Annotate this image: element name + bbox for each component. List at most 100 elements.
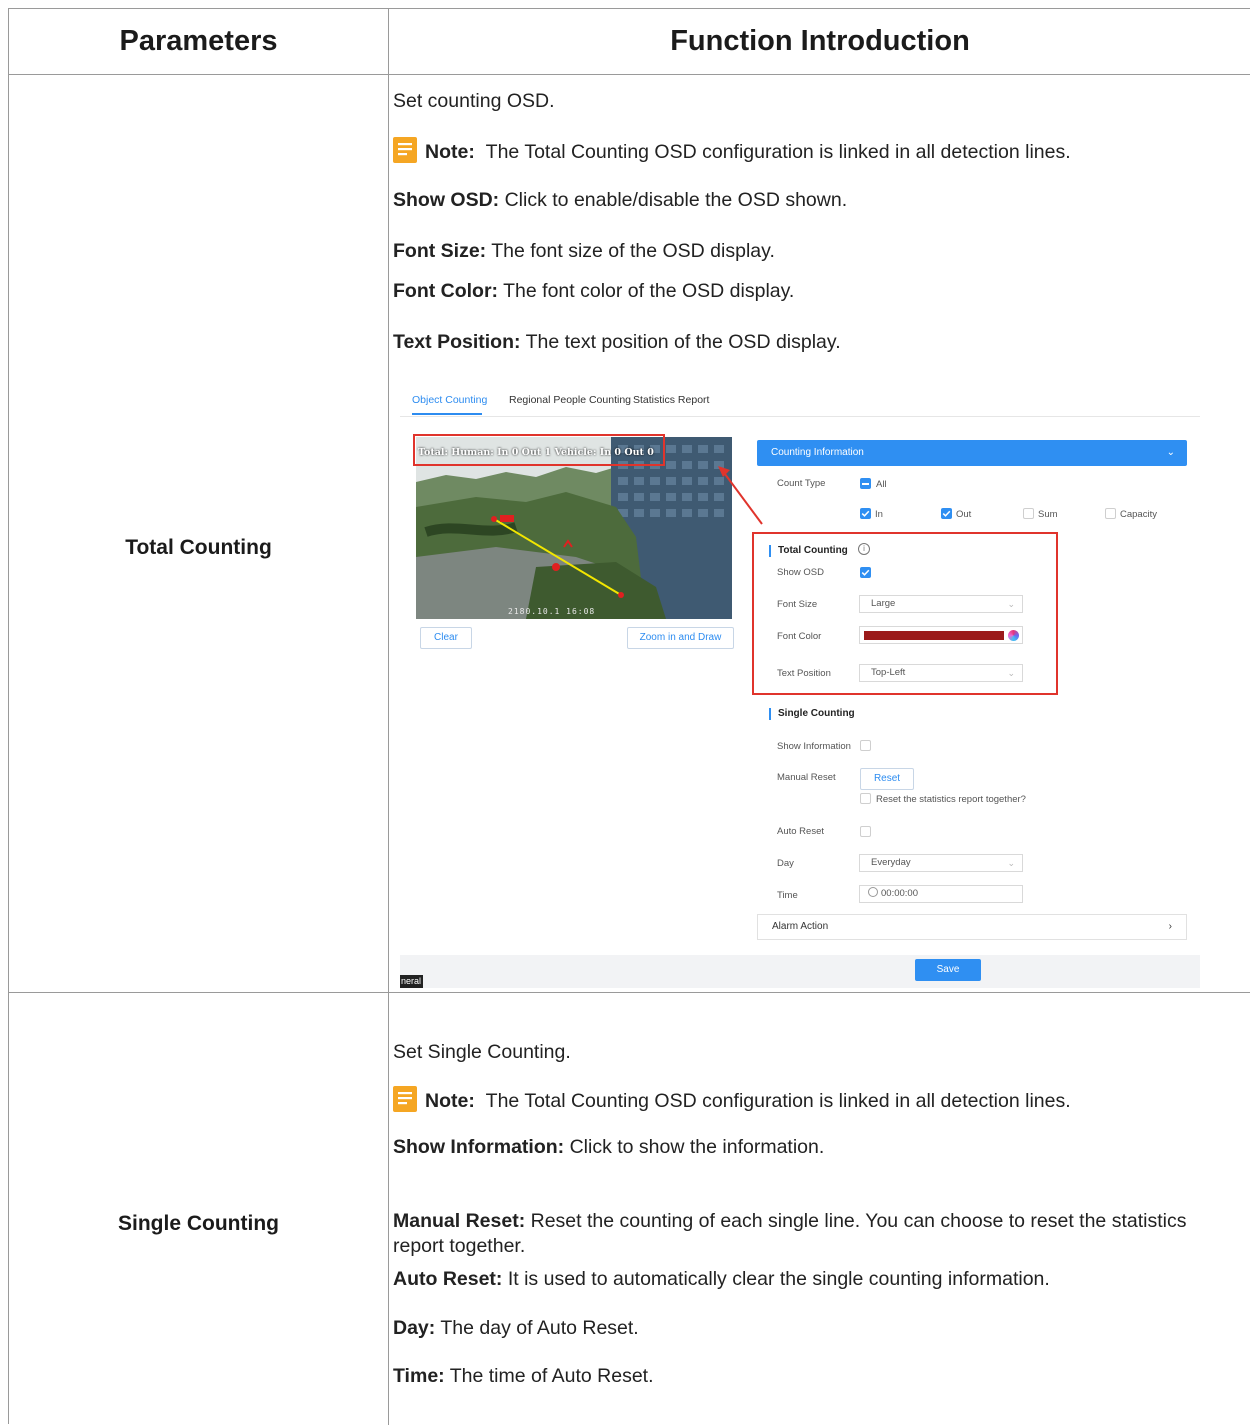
reset-button[interactable]: Reset bbox=[860, 768, 914, 790]
chevron-down-icon: ⌄ bbox=[1007, 668, 1015, 678]
item-show-information: Show Information: Click to show the info… bbox=[393, 1135, 824, 1160]
video-timestamp: 2180.10.1 16:08 bbox=[508, 607, 596, 616]
show-information-checkbox[interactable] bbox=[860, 740, 871, 751]
desc: The time of Auto Reset. bbox=[449, 1365, 654, 1387]
tab-regional-people-counting[interactable]: Regional People Counting bbox=[509, 394, 631, 406]
show-information-label: Show Information bbox=[777, 741, 851, 752]
note-line: Note: The Total Counting OSD configurati… bbox=[393, 1086, 1071, 1114]
row-label-single-counting: Single Counting bbox=[118, 1212, 279, 1235]
text-position-value: Top-Left bbox=[871, 667, 906, 678]
count-sum-checkbox[interactable] bbox=[1023, 508, 1034, 519]
zoom-draw-button[interactable]: Zoom in and Draw bbox=[627, 627, 734, 649]
counting-information-header[interactable]: Counting Information ⌄ bbox=[757, 440, 1187, 466]
item-manual-reset: Manual Reset: Reset the counting of each… bbox=[393, 1209, 1223, 1259]
paragraph: Set Single Counting. bbox=[393, 1041, 571, 1063]
count-out-label: Out bbox=[956, 509, 972, 520]
note-icon bbox=[393, 137, 417, 163]
color-wheel-icon[interactable] bbox=[1008, 630, 1019, 641]
count-all-checkbox[interactable] bbox=[860, 478, 871, 489]
alarm-action-label: Alarm Action bbox=[772, 921, 829, 932]
font-color-picker[interactable] bbox=[859, 626, 1023, 644]
section-marker bbox=[769, 708, 771, 720]
paragraph: Set counting OSD. bbox=[393, 90, 555, 112]
font-size-select[interactable]: Large ⌄ bbox=[859, 595, 1023, 613]
clear-button[interactable]: Clear bbox=[420, 627, 472, 649]
count-out-checkbox[interactable] bbox=[941, 508, 952, 519]
time-label: Time bbox=[777, 890, 798, 901]
item-font-size: Font Size: The font size of the OSD disp… bbox=[393, 239, 775, 264]
save-button[interactable]: Save bbox=[915, 959, 981, 981]
header-function-introduction: Function Introduction bbox=[670, 25, 970, 57]
font-size-label: Font Size bbox=[777, 599, 818, 610]
item-day: Day: The day of Auto Reset. bbox=[393, 1316, 639, 1341]
osd-highlight-box bbox=[413, 434, 665, 466]
footer-bar bbox=[400, 955, 1200, 988]
item-show-osd: Show OSD: Click to enable/disable the OS… bbox=[393, 188, 847, 213]
desc: The font color of the OSD display. bbox=[503, 280, 795, 302]
header-divider bbox=[9, 74, 1250, 75]
term: Day: bbox=[393, 1317, 436, 1339]
desc: The font size of the OSD display. bbox=[491, 240, 775, 262]
count-type-label: Count Type bbox=[777, 478, 826, 489]
auto-reset-checkbox[interactable] bbox=[860, 826, 871, 837]
auto-reset-label: Auto Reset bbox=[777, 826, 824, 837]
desc: The day of Auto Reset. bbox=[440, 1317, 639, 1339]
term: Time: bbox=[393, 1365, 445, 1387]
desc: Click to show the information. bbox=[569, 1136, 825, 1158]
count-capacity-checkbox[interactable] bbox=[1105, 508, 1116, 519]
count-in-checkbox[interactable] bbox=[860, 508, 871, 519]
desc: The text position of the OSD display. bbox=[525, 331, 841, 353]
callout-arrow bbox=[718, 466, 763, 525]
chevron-down-icon: ⌄ bbox=[1166, 447, 1175, 458]
note-line: Note: The Total Counting OSD configurati… bbox=[393, 137, 1071, 165]
row-label-total-counting: Total Counting bbox=[125, 536, 272, 559]
term: Manual Reset: bbox=[393, 1210, 526, 1232]
embedded-screenshot: Object Counting Regional People Counting… bbox=[400, 382, 1200, 988]
desc: It is used to automatically clear the si… bbox=[507, 1268, 1050, 1290]
row-divider bbox=[9, 992, 1250, 993]
tab-object-counting[interactable]: Object Counting bbox=[412, 394, 487, 406]
counting-information-label: Counting Information bbox=[771, 447, 864, 458]
desc: Click to enable/disable the OSD shown. bbox=[504, 189, 848, 211]
single-counting-title: Single Counting bbox=[778, 708, 855, 719]
term: Show Information: bbox=[393, 1136, 565, 1158]
clock-icon bbox=[868, 887, 878, 897]
tab-statistics-report[interactable]: Statistics Report bbox=[633, 394, 709, 406]
day-value: Everyday bbox=[871, 857, 911, 868]
term: Auto Reset: bbox=[393, 1268, 503, 1290]
text-position-select[interactable]: Top-Left ⌄ bbox=[859, 664, 1023, 682]
term: Font Size: bbox=[393, 240, 487, 262]
section-marker bbox=[769, 545, 771, 557]
note-label: Note: bbox=[425, 141, 475, 163]
term: Font Color: bbox=[393, 280, 499, 302]
term: Text Position: bbox=[393, 331, 521, 353]
tab-underline bbox=[412, 413, 482, 415]
item-font-color: Font Color: The font color of the OSD di… bbox=[393, 279, 794, 304]
note-text: The Total Counting OSD configuration is … bbox=[485, 141, 1071, 163]
term: Show OSD: bbox=[393, 189, 500, 211]
font-color-label: Font Color bbox=[777, 631, 822, 642]
note-text: The Total Counting OSD configuration is … bbox=[485, 1090, 1071, 1112]
day-select[interactable]: Everyday ⌄ bbox=[859, 854, 1023, 872]
reset-together-label: Reset the statistics report together? bbox=[876, 794, 1026, 805]
show-osd-checkbox[interactable] bbox=[860, 567, 871, 578]
tab-bar: Object Counting Regional People Counting… bbox=[400, 382, 1200, 417]
count-sum-label: Sum bbox=[1038, 509, 1058, 520]
reset-together-checkbox[interactable] bbox=[860, 793, 871, 804]
day-label: Day bbox=[777, 858, 794, 869]
chevron-down-icon: ⌄ bbox=[1007, 858, 1015, 868]
count-in-label: In bbox=[875, 509, 883, 520]
show-osd-label: Show OSD bbox=[777, 567, 824, 578]
chevron-right-icon: › bbox=[1168, 921, 1172, 932]
total-counting-title: Total Counting bbox=[778, 545, 848, 556]
note-label: Note: bbox=[425, 1090, 475, 1112]
alarm-action-header[interactable]: Alarm Action › bbox=[757, 914, 1187, 940]
time-input[interactable]: 00:00:00 bbox=[859, 885, 1023, 903]
info-icon[interactable]: i bbox=[858, 543, 870, 555]
font-size-value: Large bbox=[871, 598, 896, 609]
time-value: 00:00:00 bbox=[881, 888, 918, 899]
corner-tag: neral bbox=[400, 975, 423, 988]
count-all-label: All bbox=[876, 479, 887, 490]
manual-reset-label: Manual Reset bbox=[777, 772, 836, 783]
note-icon bbox=[393, 1086, 417, 1112]
